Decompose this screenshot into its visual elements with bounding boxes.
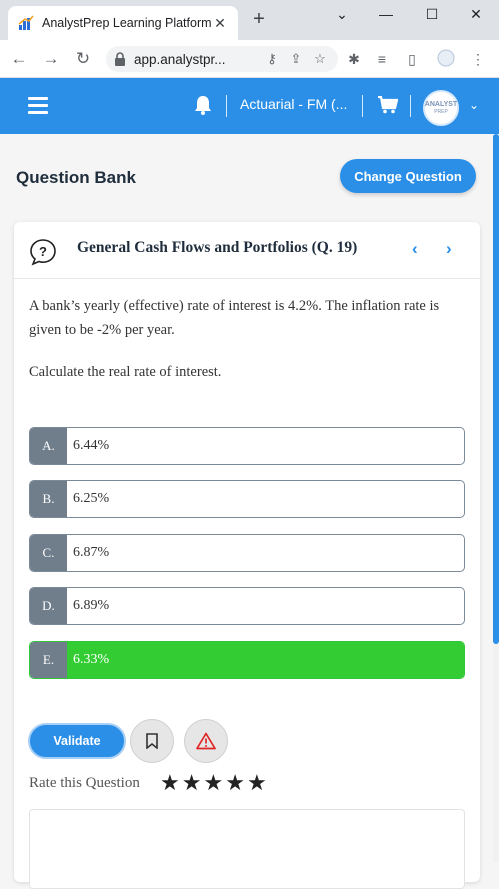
hamburger-menu-icon[interactable] — [28, 97, 48, 114]
browser-menu-icon[interactable]: ⋮ — [468, 49, 488, 69]
avatar[interactable]: ANALYST PREP — [423, 90, 459, 126]
option-text: 6.87% — [73, 545, 110, 560]
tab-title: AnalystPrep Learning Platform — [42, 16, 212, 30]
star-rating: ★ ★ ★ ★ ★ — [160, 771, 269, 795]
option-letter: D. — [30, 588, 67, 624]
header-divider — [226, 95, 227, 117]
bookmark-star-icon[interactable]: ☆ — [310, 51, 330, 67]
report-button[interactable] — [184, 719, 228, 763]
browser-toolbar: ← → ↻ app.analystpr... ⚷ ⇪ ☆ ✱ ≡ ▯ ⋮ — [0, 40, 499, 78]
answer-option-d[interactable]: D. 6.89% — [29, 587, 465, 625]
warning-icon — [196, 732, 216, 750]
profile-icon[interactable] — [436, 49, 456, 69]
browser-tabstrip: AnalystPrep Learning Platform ✕ + ⌄ — ☐ … — [0, 0, 499, 40]
analystprep-favicon-icon — [18, 15, 34, 30]
extensions-icon[interactable]: ✱ — [344, 49, 364, 69]
cart-icon[interactable] — [378, 96, 398, 114]
card-divider — [14, 278, 480, 279]
answer-option-c[interactable]: C. 6.87% — [29, 534, 465, 572]
tab-close-icon[interactable]: ✕ — [212, 15, 228, 32]
answer-option-e[interactable]: E. 6.33% — [29, 641, 465, 679]
chevron-left-icon[interactable]: ‹ — [412, 239, 418, 259]
lock-icon — [115, 52, 125, 66]
answer-option-a[interactable]: A. 6.44% — [29, 427, 465, 465]
option-text: 6.44% — [73, 438, 110, 453]
browser-tab[interactable]: AnalystPrep Learning Platform ✕ — [8, 6, 238, 40]
change-question-button[interactable]: Change Question — [340, 159, 476, 193]
option-text: 6.33% — [67, 642, 464, 678]
share-icon[interactable]: ⇪ — [286, 51, 306, 67]
question-icon: ? — [30, 239, 56, 266]
chevron-down-icon[interactable]: ⌄ — [469, 98, 479, 112]
new-tab-button[interactable]: + — [248, 8, 270, 30]
reload-icon[interactable]: ↻ — [72, 48, 94, 70]
page-title: Question Bank — [16, 168, 136, 187]
question-text: A bank’s yearly (effective) rate of inte… — [29, 298, 440, 338]
app-header: Actuarial - FM (... ANALYST PREP ⌄ — [0, 78, 499, 134]
minimize-button[interactable]: — — [372, 4, 400, 24]
bookmark-icon — [146, 733, 158, 749]
svg-text:?: ? — [39, 244, 47, 259]
question-prompt: Calculate the real rate of interest. — [29, 364, 222, 380]
validate-button[interactable]: Validate — [28, 723, 126, 759]
option-letter: B. — [30, 481, 67, 517]
star-icon[interactable]: ★ — [247, 771, 267, 795]
close-window-button[interactable]: ✕ — [462, 4, 490, 24]
back-icon[interactable]: ← — [8, 48, 30, 70]
scrollbar-thumb[interactable] — [493, 134, 499, 644]
key-icon[interactable]: ⚷ — [262, 51, 282, 67]
address-bar[interactable]: app.analystpr... ⚷ ⇪ ☆ — [106, 46, 338, 72]
option-letter: A. — [30, 428, 67, 464]
answer-option-b[interactable]: B. 6.25% — [29, 480, 465, 518]
header-divider — [410, 95, 411, 117]
star-icon[interactable]: ★ — [160, 771, 180, 795]
media-icon[interactable]: ≡ — [372, 49, 392, 69]
option-text: 6.25% — [73, 491, 110, 506]
chevron-right-icon[interactable]: › — [446, 239, 452, 259]
avatar-logo-text: ANALYST — [424, 101, 458, 108]
option-letter: C. — [30, 535, 67, 571]
forward-icon[interactable]: → — [40, 48, 62, 70]
side-panel-icon[interactable]: ▯ — [402, 49, 422, 69]
star-icon[interactable]: ★ — [225, 771, 245, 795]
tab-search-icon[interactable]: ⌄ — [328, 4, 356, 24]
comment-box[interactable] — [29, 809, 465, 889]
avatar-logo-subtext: PREP — [434, 109, 448, 115]
url-text: app.analystpr... — [134, 51, 226, 67]
course-selector[interactable]: Actuarial - FM (... — [240, 96, 347, 112]
rate-question-label: Rate this Question — [29, 775, 140, 791]
option-text: 6.89% — [73, 598, 110, 613]
star-icon[interactable]: ★ — [203, 771, 223, 795]
bookmark-button[interactable] — [130, 719, 174, 763]
question-card: ? General Cash Flows and Portfolios (Q. … — [14, 222, 480, 889]
question-title: General Cash Flows and Portfolios (Q. 19… — [77, 239, 358, 256]
maximize-button[interactable]: ☐ — [418, 4, 446, 24]
header-divider — [362, 95, 363, 117]
option-letter: E. — [30, 642, 67, 678]
star-icon[interactable]: ★ — [182, 771, 202, 795]
bell-icon[interactable] — [194, 95, 212, 115]
